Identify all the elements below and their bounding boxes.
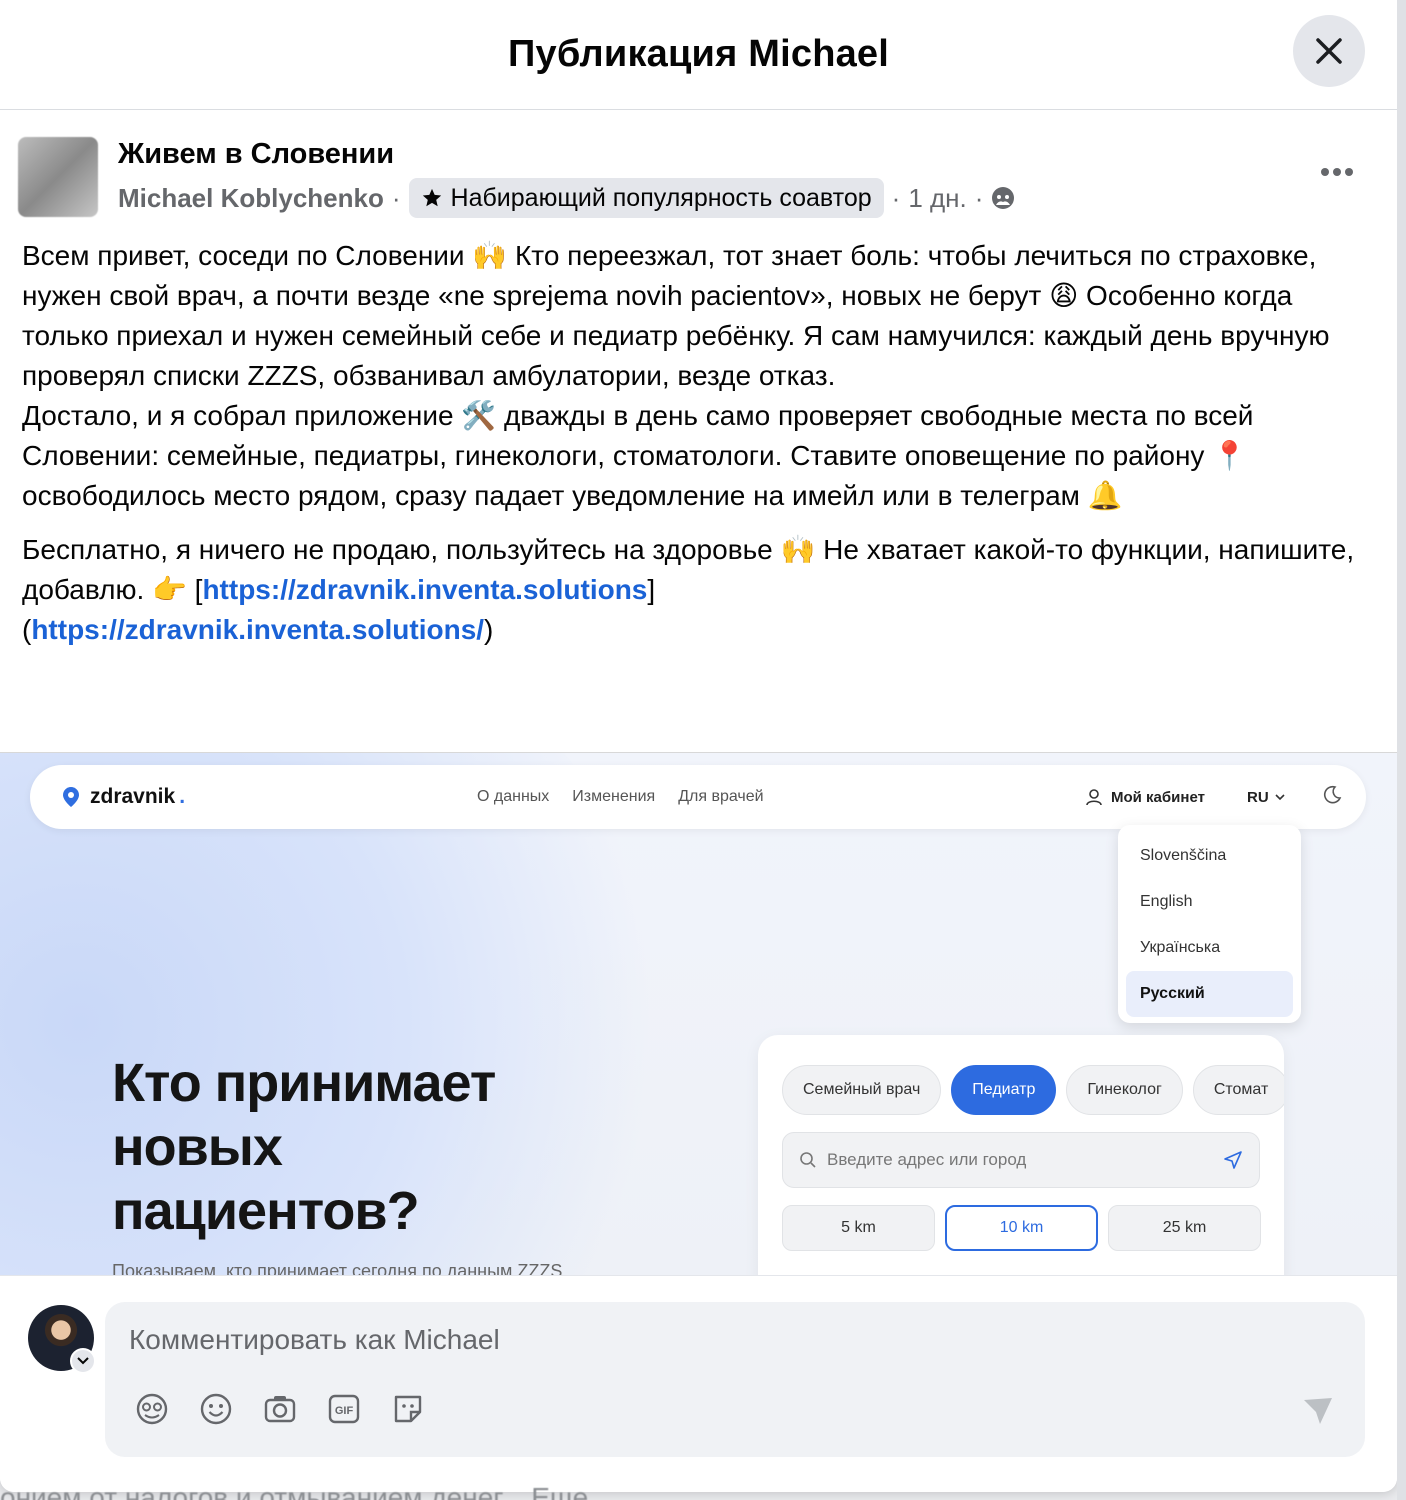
site-distance-options: 5 km 10 km 25 km — [782, 1205, 1261, 1251]
modal-title: Публикация Michael — [507, 33, 890, 75]
chevron-down-icon — [1275, 794, 1285, 801]
site-language-option: Українська — [1140, 939, 1221, 956]
site-language-option: English — [1140, 893, 1193, 910]
profile-switch-button[interactable] — [70, 1348, 96, 1374]
separator-dot: · — [974, 182, 984, 213]
post-image[interactable]: zdravnik. О данных Изменения Для врачей … — [0, 752, 1397, 1275]
more-options-button[interactable] — [1317, 152, 1357, 192]
search-icon — [800, 1152, 816, 1168]
site-hero-title: Кто принимает новых пациентов? — [112, 1053, 496, 1241]
sticker-icon[interactable] — [391, 1392, 425, 1426]
site-navbar: zdravnik. О данных Изменения Для врачей … — [30, 765, 1366, 829]
send-icon — [1304, 1398, 1332, 1424]
site-address-placeholder: Введите адрес или город — [827, 1150, 1027, 1169]
comment-tools: GIF — [135, 1392, 425, 1426]
navigation-arrow-icon — [1224, 1151, 1242, 1169]
close-button[interactable] — [1293, 15, 1365, 87]
location-pin-icon — [63, 787, 79, 807]
star-icon — [422, 188, 441, 207]
site-language-selector: RU — [1247, 789, 1285, 806]
more-dots-icon — [1321, 168, 1353, 176]
close-icon — [1316, 38, 1342, 64]
site-distance: 25 km — [1108, 1205, 1261, 1251]
camera-icon[interactable] — [263, 1392, 297, 1426]
site-chip: Стомат — [1192, 1065, 1284, 1115]
link-bracket: ) — [484, 614, 494, 645]
site-distance-active: 10 km — [945, 1205, 1098, 1251]
send-button[interactable] — [1301, 1394, 1335, 1428]
link-bracket: ] — [647, 574, 656, 605]
site-search-card: Семейный врач Педиатр Гинеколог Стомат В… — [758, 1035, 1284, 1275]
group-privacy-icon — [991, 186, 1015, 210]
avatar-sticker-icon[interactable] — [135, 1392, 169, 1426]
gif-icon[interactable]: GIF — [327, 1392, 361, 1426]
comment-box: GIF — [105, 1302, 1365, 1457]
site-cabinet-label: Мой кабинет — [1111, 788, 1205, 806]
site-logo-text: zdravnik — [90, 785, 176, 808]
site-link: О данных — [477, 788, 550, 805]
group-name[interactable]: Живем в Словении — [118, 138, 394, 171]
site-language-menu: Slovenščina English Українська Русский — [1118, 825, 1301, 1023]
user-icon — [1086, 789, 1102, 806]
site-cabinet: Мой кабинет — [1085, 788, 1205, 806]
separator-dot: · — [391, 182, 401, 213]
separator-dot: · — [891, 182, 901, 213]
site-distance: 5 km — [782, 1205, 935, 1251]
contributor-badge[interactable]: Набирающий популярность соавтор — [408, 178, 884, 218]
site-chip: Гинеколог — [1066, 1065, 1183, 1115]
badge-label: Набирающий популярность соавтор — [450, 183, 872, 212]
post-paragraph: Всем привет, соседи по Словении 🙌 Кто пе… — [22, 240, 1330, 391]
post-paragraph-links: Бесплатно, я ничего не продаю, пользуйте… — [22, 530, 1382, 650]
site-link: Для врачей — [678, 788, 764, 805]
site-chip: Семейный врач — [782, 1065, 942, 1115]
site-logo-dot: . — [179, 785, 186, 808]
post-body: Всем привет, соседи по Словении 🙌 Кто пе… — [22, 236, 1382, 650]
site-language-option: Slovenščina — [1140, 847, 1227, 864]
author-name[interactable]: Michael Koblychenko — [118, 183, 384, 214]
post-time[interactable]: 1 дн. — [908, 183, 966, 214]
post-paragraph: Достало, и я собрал приложение 🛠️ дважды… — [22, 400, 1254, 511]
site-links: О данных Изменения Для врачей — [477, 788, 764, 806]
site-address-field: Введите адрес или город — [782, 1132, 1260, 1188]
page-background-edge — [1397, 0, 1406, 1500]
modal-header: Публикация Michael — [0, 0, 1397, 110]
post-meta: Michael Koblychenko · Набирающий популяр… — [118, 178, 1015, 218]
group-avatar[interactable] — [18, 137, 98, 217]
comment-input[interactable] — [129, 1320, 1229, 1360]
moon-icon — [1322, 785, 1342, 810]
svg-text:GIF: GIF — [335, 1405, 354, 1417]
site-logo: zdravnik. — [62, 785, 185, 809]
background-feed-text: онием от налогов и отмыванием денег... Е… — [0, 1482, 589, 1500]
post-modal: Публикация Michael Живем в Словении Mich… — [0, 0, 1397, 1492]
site-language-option-active: Русский — [1126, 971, 1293, 1017]
site-specialty-chips: Семейный врач Педиатр Гинеколог Стомат — [782, 1065, 1284, 1115]
chevron-down-icon — [77, 1357, 89, 1365]
site-link: Изменения — [572, 788, 656, 805]
emoji-icon[interactable] — [199, 1392, 233, 1426]
post-link[interactable]: https://zdravnik.inventa.solutions/ — [31, 614, 484, 645]
link-bracket: ( — [22, 614, 32, 645]
site-language-label: RU — [1247, 788, 1269, 806]
post-link[interactable]: https://zdravnik.inventa.solutions — [202, 574, 647, 605]
site-chip-active: Педиатр — [951, 1065, 1057, 1115]
site-hero-subtitle: Показываем, кто принимает сегодня по дан… — [112, 1261, 563, 1275]
